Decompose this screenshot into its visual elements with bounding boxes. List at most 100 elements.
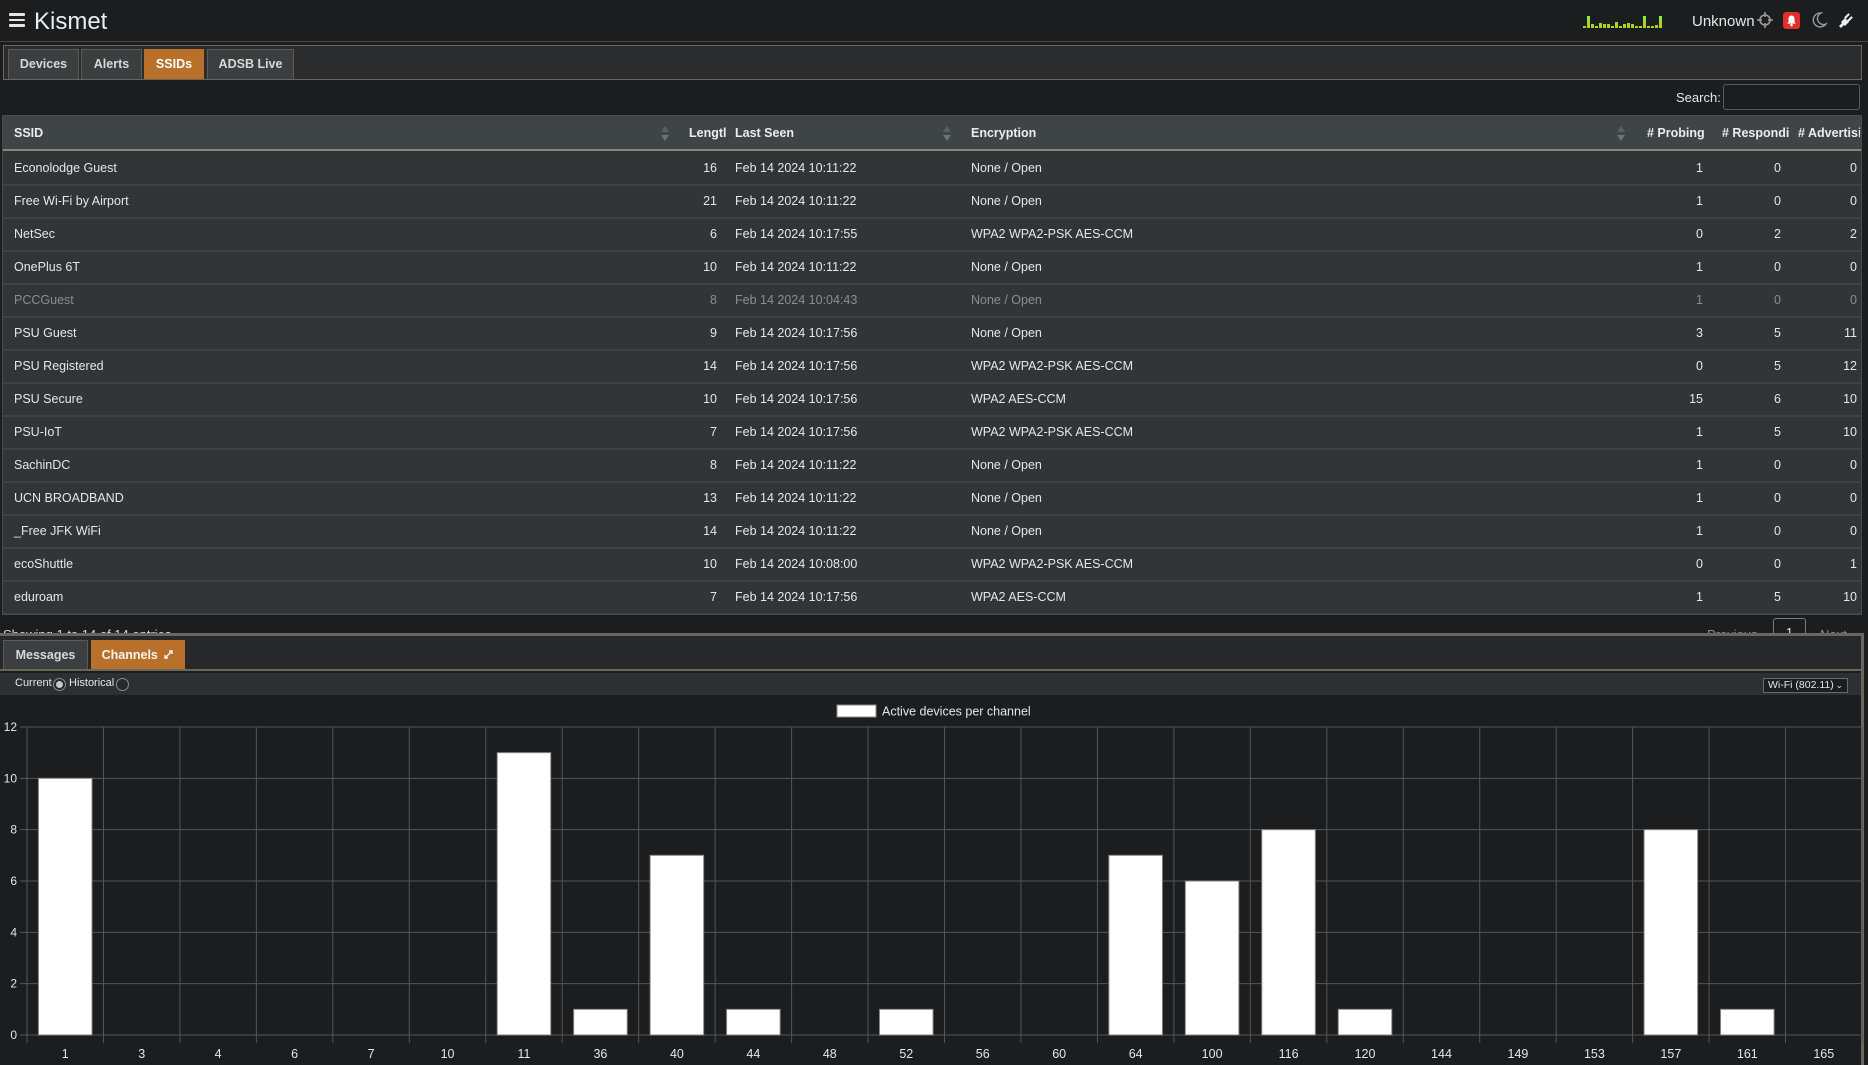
tab-alerts[interactable]: Alerts xyxy=(81,49,142,79)
sort-icon[interactable] xyxy=(1617,126,1625,142)
crosshair-icon[interactable] xyxy=(1756,11,1774,29)
table-row[interactable]: PSU Registered 14 Feb 14 2024 10:17:56 WPA2… xyxy=(3,351,1861,384)
bar-channel-100 xyxy=(1184,880,1240,1036)
cell-probing: 1 xyxy=(1696,491,1703,505)
radio-historical[interactable] xyxy=(116,678,129,691)
x-tick-label: 149 xyxy=(1508,1047,1529,1061)
column-header-length[interactable]: Lengtl xyxy=(689,116,727,151)
y-tick-label: 6 xyxy=(10,874,17,888)
cell-ssid: OnePlus 6T xyxy=(14,260,81,274)
x-tick-label: 7 xyxy=(368,1047,375,1061)
cell-encryption: WPA2 WPA2-PSK AES-CCM xyxy=(971,425,1134,439)
x-tick-label: 36 xyxy=(593,1047,607,1061)
table-row[interactable]: PSU-IoT 7 Feb 14 2024 10:17:56 WPA2 WPA2-PS… xyxy=(3,417,1861,450)
cell-encryption: None / Open xyxy=(971,161,1042,175)
cell-last-seen: Feb 14 2024 10:17:56 xyxy=(735,392,858,406)
cell-probing: 0 xyxy=(1696,359,1703,373)
cell-last-seen: Feb 14 2024 10:11:22 xyxy=(735,260,857,274)
sort-icon[interactable] xyxy=(661,126,669,142)
y-tick-label: 4 xyxy=(10,925,17,939)
cell-advertising: 0 xyxy=(1850,458,1857,472)
cell-advertising: 0 xyxy=(1850,524,1857,538)
table-row[interactable]: PCCGuest 8 Feb 14 2024 10:04:43 None / Open… xyxy=(3,285,1861,318)
x-tick-label: 11 xyxy=(517,1047,530,1061)
cell-length: 10 xyxy=(703,557,717,571)
tab-channels[interactable]: Channels xyxy=(91,640,185,669)
table-row[interactable]: Free Wi-Fi by Airport 21 Feb 14 2024 10:11… xyxy=(3,186,1861,219)
cell-length: 16 xyxy=(703,161,717,175)
column-header-ssid[interactable]: SSID xyxy=(14,116,654,151)
cell-length: 6 xyxy=(710,227,717,241)
chevron-down-icon: ⌄ xyxy=(1835,680,1843,690)
pager-previous[interactable]: Previous xyxy=(1707,624,1758,633)
cell-responding: 6 xyxy=(1774,392,1781,406)
legend-swatch xyxy=(836,704,877,718)
cell-ssid: _Free JFK WiFi xyxy=(14,524,101,538)
cell-encryption: None / Open xyxy=(971,194,1042,208)
cell-probing: 0 xyxy=(1696,227,1703,241)
table-row[interactable]: NetSec 6 Feb 14 2024 10:17:55 WPA2 WPA2-PSK… xyxy=(3,219,1861,252)
cell-last-seen: Feb 14 2024 10:17:56 xyxy=(735,590,858,604)
cell-ssid: NetSec xyxy=(14,227,55,241)
table-row[interactable]: PSU Guest 9 Feb 14 2024 10:17:56 None / Ope… xyxy=(3,318,1861,351)
tab-devices[interactable]: Devices xyxy=(8,49,79,79)
table-row[interactable]: PSU Secure 10 Feb 14 2024 10:17:56 WPA2 AES… xyxy=(3,384,1861,417)
cell-advertising: 0 xyxy=(1850,260,1857,274)
radio-label-historical: Historical xyxy=(69,677,115,689)
packet-rate-sparkline xyxy=(1583,16,1662,28)
column-header-last-seen[interactable]: Last Seen xyxy=(735,116,935,151)
moon-icon[interactable] xyxy=(1810,11,1828,29)
table-body: Econolodge Guest 16 Feb 14 2024 10:11:22 No… xyxy=(3,153,1861,614)
cell-last-seen: Feb 14 2024 10:17:56 xyxy=(735,326,858,340)
search-input[interactable] xyxy=(1723,84,1860,110)
x-tick-label: 60 xyxy=(1052,1047,1066,1061)
bar-channel-11 xyxy=(496,752,552,1036)
table-row[interactable]: ecoShuttle 10 Feb 14 2024 10:08:00 WPA2 WPA… xyxy=(3,549,1861,582)
cell-ssid: SachinDC xyxy=(14,458,71,472)
tab-adsb-live[interactable]: ADSB Live xyxy=(207,49,294,79)
cell-advertising: 10 xyxy=(1843,590,1857,604)
cell-probing: 15 xyxy=(1689,392,1703,406)
cell-encryption: WPA2 WPA2-PSK AES-CCM xyxy=(971,359,1134,373)
table-row[interactable]: UCN BROADBAND 13 Feb 14 2024 10:11:22 None … xyxy=(3,483,1861,516)
radio-current[interactable] xyxy=(53,678,66,691)
cell-last-seen: Feb 14 2024 10:08:00 xyxy=(735,557,858,571)
bar-channel-44 xyxy=(726,1008,781,1036)
table-row[interactable]: eduroam 7 Feb 14 2024 10:17:56 WPA2 AES-CCM… xyxy=(3,582,1861,614)
table-row[interactable]: Econolodge Guest 16 Feb 14 2024 10:11:22 No… xyxy=(3,153,1861,186)
sort-icon[interactable] xyxy=(943,126,951,142)
cell-length: 8 xyxy=(710,293,717,307)
cell-responding: 0 xyxy=(1774,194,1781,208)
phy-select[interactable]: Wi-Fi (802.11) ⌄ xyxy=(1763,678,1848,693)
cell-responding: 5 xyxy=(1774,359,1781,373)
lower-panel: Messages Channels Current Historical Wi-… xyxy=(0,633,1864,1065)
x-tick-label: 52 xyxy=(899,1047,913,1061)
table-row[interactable]: _Free JFK WiFi 14 Feb 14 2024 10:11:22 None… xyxy=(3,516,1861,549)
column-header-responding[interactable]: # Respondi xyxy=(1722,116,1790,151)
cell-probing: 3 xyxy=(1696,326,1703,340)
cell-probing: 1 xyxy=(1696,194,1703,208)
x-tick-label: 6 xyxy=(291,1047,298,1061)
cell-last-seen: Feb 14 2024 10:17:56 xyxy=(735,425,858,439)
x-tick-label: 64 xyxy=(1129,1047,1143,1061)
pager-page-1[interactable]: 1 xyxy=(1773,618,1806,633)
column-header-advertising[interactable]: # Advertisi xyxy=(1798,116,1860,151)
pager-next[interactable]: Next xyxy=(1820,624,1847,633)
cell-advertising: 0 xyxy=(1850,161,1857,175)
x-tick-label: 40 xyxy=(670,1047,684,1061)
table-row[interactable]: SachinDC 8 Feb 14 2024 10:11:22 None / Open… xyxy=(3,450,1861,483)
expand-icon[interactable] xyxy=(163,649,174,660)
cell-probing: 1 xyxy=(1696,260,1703,274)
plug-icon[interactable] xyxy=(1836,11,1854,29)
tab-ssids[interactable]: SSIDs xyxy=(144,49,204,79)
bell-alert-icon[interactable] xyxy=(1783,12,1800,29)
cell-last-seen: Feb 14 2024 10:11:22 xyxy=(735,194,857,208)
cell-length: 9 xyxy=(710,326,717,340)
cell-advertising: 11 xyxy=(1844,326,1857,340)
column-header-probing[interactable]: # Probing xyxy=(1647,116,1707,151)
column-header-encryption[interactable]: Encryption xyxy=(971,116,1471,151)
tab-messages[interactable]: Messages xyxy=(3,640,88,669)
menu-icon[interactable] xyxy=(9,13,25,27)
table-row[interactable]: OnePlus 6T 10 Feb 14 2024 10:11:22 None / O… xyxy=(3,252,1861,285)
cell-last-seen: Feb 14 2024 10:11:22 xyxy=(735,458,857,472)
